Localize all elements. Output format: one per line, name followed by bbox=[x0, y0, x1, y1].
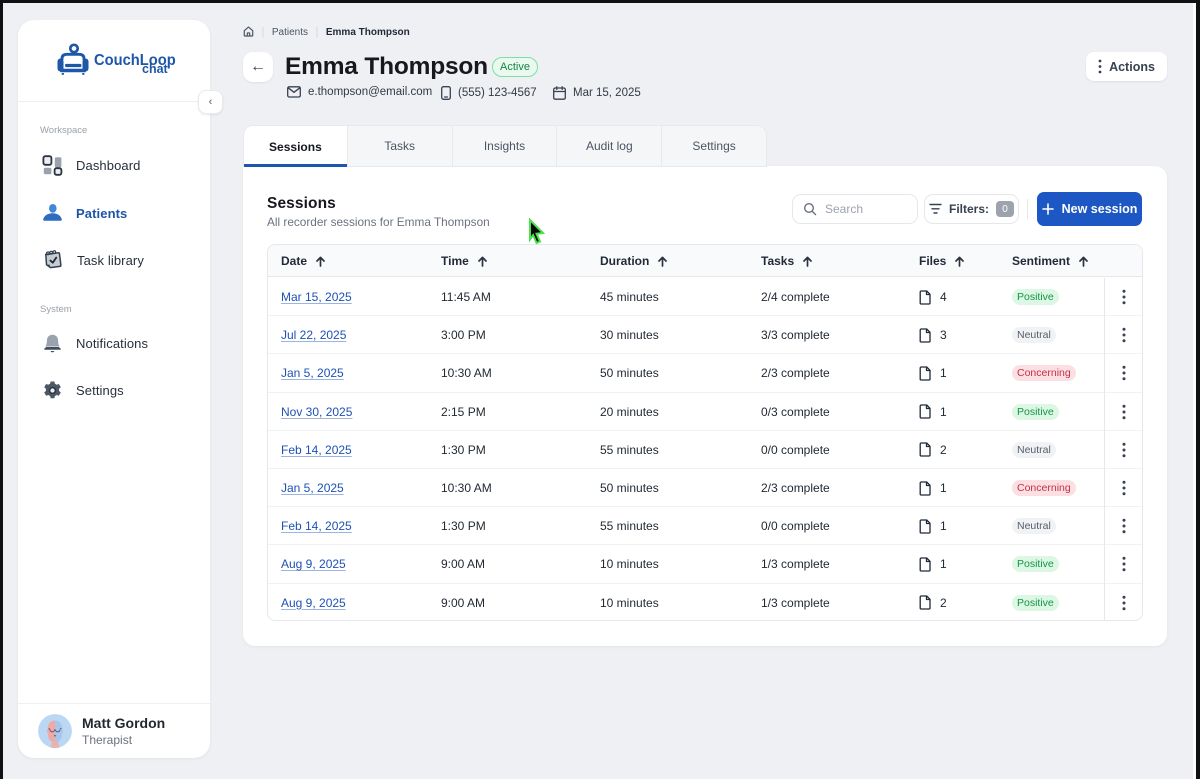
svg-text:chat: chat bbox=[142, 62, 169, 76]
